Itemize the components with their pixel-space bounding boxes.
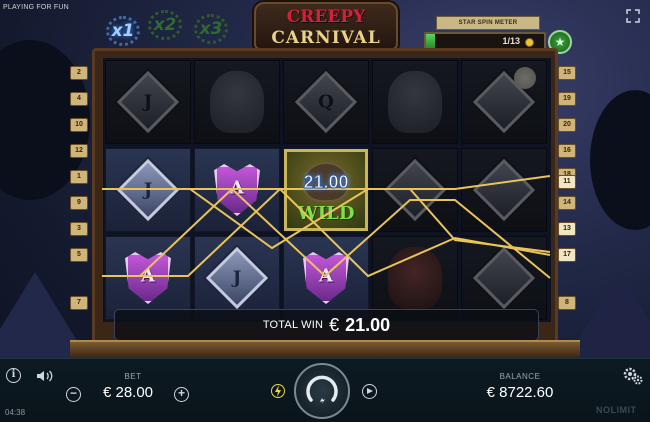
sound-icon[interactable] (36, 369, 54, 383)
fullscreen-icon[interactable] (626, 9, 640, 23)
reel-cell: A (105, 236, 191, 320)
total-win-currency: € (329, 314, 340, 335)
payline-tag-right: 14 (558, 196, 576, 210)
star-icon: ★ (554, 35, 566, 49)
multiplier-x2: x2 (148, 10, 182, 40)
symbol-letter: J (143, 91, 153, 113)
symbol-letter: A (319, 265, 333, 287)
game-stage: PLAYING FOR FUN x1 x2 x3 CREEPY CARNIVAL… (0, 0, 650, 422)
play-mode-label: PLAYING FOR FUN (3, 4, 69, 11)
bet-value: € 28.00 (102, 384, 154, 401)
total-win-value: 21.00 (345, 314, 391, 335)
stage-floor (70, 340, 580, 358)
payline-tag-right: 19 (558, 92, 576, 106)
payline-tag-left: 7 (70, 296, 88, 310)
logo-title-line2: CARNIVAL (271, 28, 381, 48)
payline-tag-left: 2 (70, 66, 88, 80)
reel-cell (372, 236, 458, 320)
reel-cell (461, 236, 547, 320)
reel-cell (461, 148, 547, 232)
payline-tag-left: 10 (70, 118, 88, 132)
reel-cell: Q (283, 60, 369, 144)
info-icon[interactable]: i (6, 368, 21, 383)
meter-title: STAR SPIN METER (436, 16, 540, 30)
payline-tag-right: 16 (558, 144, 576, 158)
bet-increase-button[interactable]: + (174, 387, 189, 402)
game-logo: CREEPY CARNIVAL (254, 2, 398, 50)
payline-tag-right: 13 (558, 222, 576, 236)
symbol-letter: A (141, 265, 155, 287)
payline-tag-left: 12 (70, 144, 88, 158)
diamond-symbol (472, 246, 536, 310)
total-win-label: TOTAL WIN (262, 319, 324, 331)
meter-fill (426, 34, 436, 48)
bet-decrease-button[interactable]: − (66, 387, 81, 402)
diamond-symbol (472, 158, 536, 222)
reel-cell: J (105, 60, 191, 144)
symbol-win-amount: 21.00 (303, 172, 349, 193)
wreath-icon (194, 14, 228, 44)
diamond-symbol (383, 158, 447, 222)
payline-tag-left: 9 (70, 196, 88, 210)
reel-cell: A (283, 236, 369, 320)
payline-tag-left: 5 (70, 248, 88, 262)
coin-icon (525, 38, 534, 47)
symbol-letter: J (232, 267, 242, 289)
jester-symbol (210, 71, 264, 133)
bet-label: BET (124, 372, 142, 381)
payline-tag-right: 20 (558, 118, 576, 132)
reel-cell: A (194, 148, 280, 232)
multiplier-x1: x1 (106, 16, 140, 46)
wreath-icon (106, 16, 140, 46)
balance-value: € 8722.60 (486, 384, 554, 401)
payline-tag-right: 11 (558, 175, 576, 189)
reel-cell (194, 60, 280, 144)
multiplier-x3: x3 (194, 14, 228, 44)
payline-tag-left: 4 (70, 92, 88, 106)
symbol-letter: Q (318, 91, 334, 113)
payline-tag-right: 15 (558, 66, 576, 80)
reel-cell: J (194, 236, 280, 320)
payline-tag-right: 8 (558, 296, 576, 310)
background-tree (590, 90, 650, 230)
moon-icon (514, 67, 536, 89)
payline-tag-left: 3 (70, 222, 88, 236)
payline-tag-right: 17 (558, 248, 576, 262)
clown-symbol (388, 247, 442, 309)
symbol-letter: A (230, 177, 244, 199)
reel-cell (461, 60, 547, 144)
total-win-panel: TOTAL WIN € 21.00 (114, 309, 539, 341)
wild-label: WILD (297, 203, 355, 224)
wreath-icon (148, 10, 182, 40)
reel-cell (372, 60, 458, 144)
reel-cell (372, 148, 458, 232)
logo-title-line1: CREEPY (286, 7, 366, 27)
symbol-letter: J (143, 179, 153, 201)
meter-value: 1/13 (502, 36, 520, 46)
strongman-symbol (388, 71, 442, 133)
spin-icon (306, 375, 338, 404)
settings-icon[interactable] (622, 366, 644, 386)
brand-logo: NOLIMIT (596, 405, 637, 415)
bolt-icon[interactable] (271, 383, 285, 399)
reel-cell: J (105, 148, 191, 232)
autoplay-icon[interactable] (362, 384, 377, 399)
payline-tag-left: 1 (70, 170, 88, 184)
balance-label: BALANCE (499, 372, 541, 381)
clock: 04:38 (5, 408, 26, 417)
